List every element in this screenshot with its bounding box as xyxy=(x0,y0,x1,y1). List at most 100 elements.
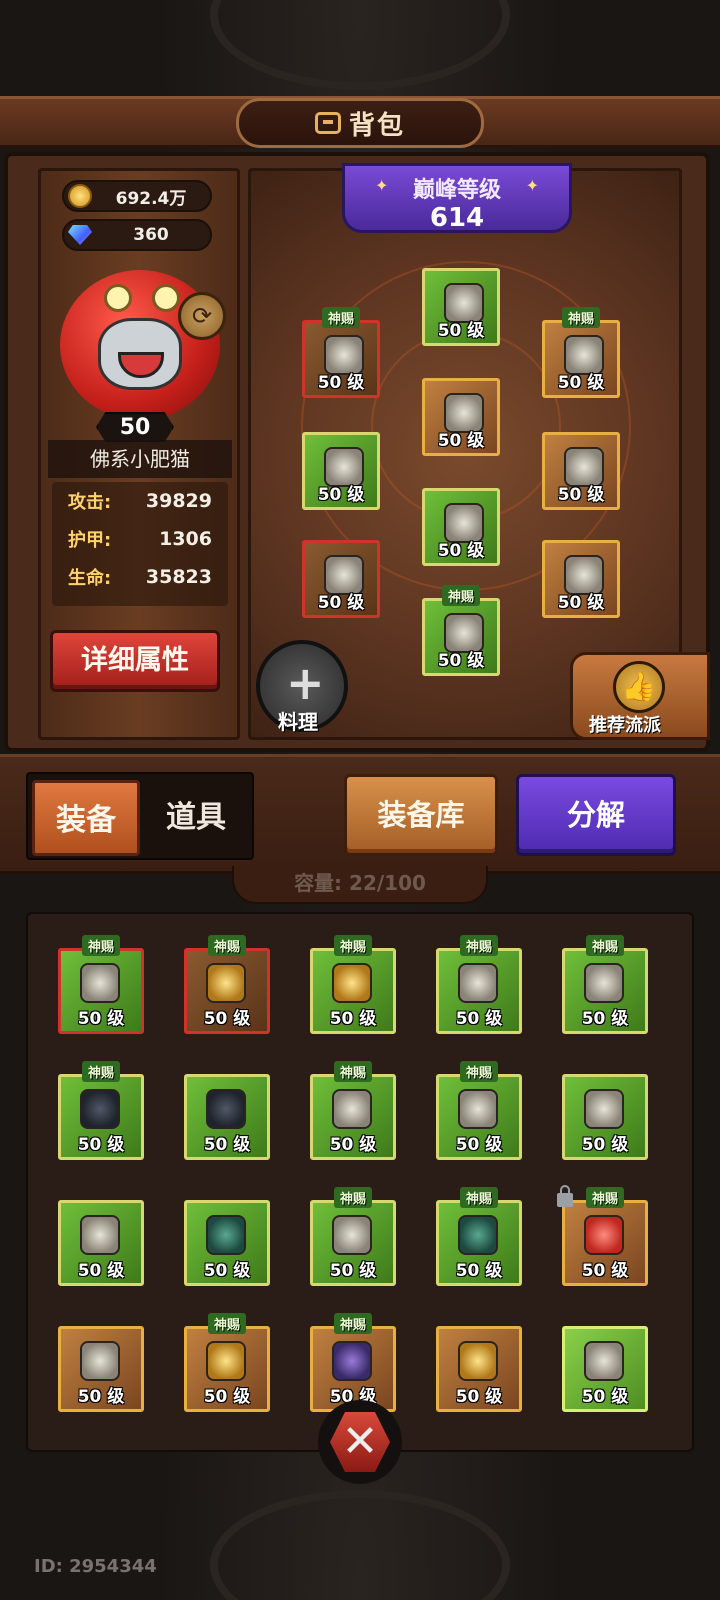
inventory-slot[interactable]: 50 级神赐 xyxy=(58,1061,144,1160)
page-title: 背包 xyxy=(348,110,405,141)
equipped-slot-chest[interactable]: 50 级 xyxy=(422,378,500,456)
tab-items[interactable]: 道具 xyxy=(142,780,250,856)
divine-gift-tag: 神赐 xyxy=(333,1313,373,1334)
peak-level-value: 614 xyxy=(429,203,485,233)
equipment-item-icon xyxy=(584,1089,624,1129)
stat-value: 39829 xyxy=(145,490,212,512)
equipment-item-icon xyxy=(458,963,498,1003)
inventory-slot[interactable]: 50 级神赐 xyxy=(436,1187,522,1286)
stat-row-armor: 护甲: 1306 xyxy=(52,520,228,558)
item-level-label: 50 级 xyxy=(437,541,485,561)
equipment-item-icon xyxy=(332,963,372,1003)
backpack-icon xyxy=(314,112,341,134)
decompose-button[interactable]: 分解 xyxy=(516,774,676,856)
equipped-slot-shoulder[interactable]: 50 级 神赐 xyxy=(302,307,380,398)
inventory-slot[interactable]: 50 级 xyxy=(436,1326,522,1412)
divine-gift-tag: 神赐 xyxy=(459,935,499,956)
item-level-label: 50 级 xyxy=(581,1387,629,1407)
inventory-slot[interactable]: 50 级神赐 xyxy=(310,1187,396,1286)
item-level-label: 50 级 xyxy=(77,1009,125,1029)
divine-gift-tag: 神赐 xyxy=(333,935,373,956)
recommended-build-button[interactable]: 👍 推荐流派 xyxy=(570,652,710,740)
item-level-label: 50 级 xyxy=(455,1261,503,1281)
item-level-label: 50 级 xyxy=(455,1387,503,1407)
item-level-label: 50 级 xyxy=(317,485,365,505)
player-name: 佛系小肥猫 xyxy=(48,440,232,478)
title-plate: 背包 xyxy=(236,98,484,148)
equipment-item-icon xyxy=(458,1089,498,1129)
item-level-label: 50 级 xyxy=(329,1135,377,1155)
item-level-label: 50 级 xyxy=(437,431,485,451)
stat-label: 护甲: xyxy=(68,530,112,551)
avatar-eye-left xyxy=(104,284,132,312)
equipment-item-icon xyxy=(458,1341,498,1381)
inventory-slot[interactable]: 50 级神赐 xyxy=(557,1185,648,1286)
inventory-slot[interactable]: 50 级神赐 xyxy=(562,935,648,1034)
item-level-label: 50 级 xyxy=(203,1009,251,1029)
detail-attributes-button[interactable]: 详细属性 xyxy=(50,630,220,692)
inventory-slot[interactable]: 50 级 xyxy=(562,1326,648,1412)
divine-gift-tag: 神赐 xyxy=(81,935,121,956)
change-avatar-button[interactable]: ⟳ xyxy=(178,292,226,340)
item-level-label: 50 级 xyxy=(581,1009,629,1029)
stat-label: 攻击: xyxy=(68,492,112,513)
equipped-slot-gloves[interactable]: 50 级 xyxy=(302,432,380,510)
equipment-item-icon xyxy=(80,1215,120,1255)
item-level-label: 50 级 xyxy=(203,1387,251,1407)
stat-row-attack: 攻击: 39829 xyxy=(52,482,228,520)
close-x-icon: ✕ xyxy=(330,1412,390,1472)
equipped-slot-boots[interactable]: 50 级 神赐 xyxy=(422,585,500,676)
divine-gift-tag: 神赐 xyxy=(321,307,361,328)
inventory-slot[interactable]: 50 级神赐 xyxy=(310,1061,396,1160)
peak-level-badge: ✦ ✦ 巅峰等级 614 xyxy=(342,163,572,233)
divine-gift-tag: 神赐 xyxy=(561,307,601,328)
stat-row-health: 生命: 35823 xyxy=(52,558,228,596)
tab-equipment[interactable]: 装备 xyxy=(32,780,140,856)
equipped-slot-helmet[interactable]: 50 级 xyxy=(422,268,500,346)
inventory-slot[interactable]: 50 级神赐 xyxy=(310,935,396,1034)
item-level-label: 50 级 xyxy=(455,1135,503,1155)
item-level-label: 50 级 xyxy=(557,373,605,393)
inventory-slot[interactable]: 50 级 神赐 xyxy=(436,1061,522,1160)
equipped-slot-ring[interactable]: 50 级 xyxy=(542,432,620,510)
inventory-tab-group: 装备 道具 xyxy=(26,772,254,860)
item-level-label: 50 级 xyxy=(77,1387,125,1407)
equipped-slot-weapon[interactable]: 50 级 xyxy=(302,540,380,618)
lock-icon xyxy=(557,1185,573,1207)
inventory-slot[interactable]: 50 级 神赐 xyxy=(436,935,522,1034)
equipment-item-icon xyxy=(80,1089,120,1129)
divine-gift-tag: 神赐 xyxy=(441,585,481,606)
equipment-item-icon xyxy=(332,1341,372,1381)
equipment-item-icon xyxy=(80,1341,120,1381)
equipment-item-icon xyxy=(584,1341,624,1381)
inventory-slot[interactable]: 50 级 xyxy=(58,1326,144,1412)
plus-icon: + xyxy=(286,656,325,710)
equipped-slot-accessory[interactable]: 50 级 xyxy=(542,540,620,618)
close-button[interactable]: ✕ xyxy=(318,1400,402,1484)
item-level-label: 50 级 xyxy=(329,1261,377,1281)
inventory-slot[interactable]: 50 级 xyxy=(184,1200,270,1286)
equipped-slot-necklace[interactable]: 50 级 神赐 xyxy=(542,307,620,398)
cooking-button[interactable]: + 料理 xyxy=(256,640,348,734)
equipment-warehouse-button[interactable]: 装备库 xyxy=(344,774,498,856)
recommended-build-label: 推荐流派 xyxy=(589,715,661,736)
inventory-slot[interactable]: 50 级神赐 xyxy=(310,1313,396,1412)
equipped-slot-pants[interactable]: 50 级 xyxy=(422,488,500,566)
inventory-slot[interactable]: 50 级 神赐 xyxy=(58,935,144,1034)
inventory-slot[interactable]: 50 级神赐 xyxy=(184,935,270,1034)
item-level-label: 50 级 xyxy=(437,651,485,671)
equipment-item-icon xyxy=(458,1215,498,1255)
stat-value: 1306 xyxy=(159,528,212,550)
divine-gift-tag: 神赐 xyxy=(81,1061,121,1082)
item-level-label: 50 级 xyxy=(557,485,605,505)
divine-gift-tag: 神赐 xyxy=(459,1061,499,1082)
item-level-label: 50 级 xyxy=(581,1261,629,1281)
item-level-label: 50 级 xyxy=(455,1009,503,1029)
inventory-slot[interactable]: 50 级 xyxy=(58,1200,144,1286)
gem-counter: 360 xyxy=(62,219,212,251)
item-level-label: 50 级 xyxy=(203,1261,251,1281)
inventory-slot[interactable]: 50 级神赐 xyxy=(184,1313,270,1412)
inventory-slot[interactable]: 50 级 xyxy=(562,1074,648,1160)
inventory-slot[interactable]: 50 级 xyxy=(184,1074,270,1160)
gem-amount: 360 xyxy=(133,225,169,245)
